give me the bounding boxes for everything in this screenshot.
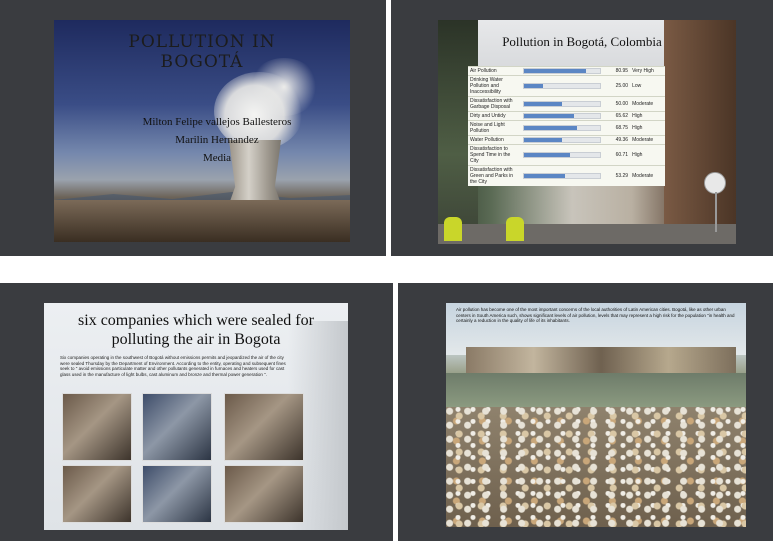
panel-toolbar xyxy=(391,0,773,10)
slide-panel-3[interactable]: six companies which were sealed for poll… xyxy=(0,283,393,541)
title-line: BOGOTÁ xyxy=(160,52,244,72)
factory-photo xyxy=(142,465,212,523)
author-line: Milton Felipe vallejos Ballesteros xyxy=(142,116,292,128)
river-image xyxy=(446,373,746,407)
factory-photo xyxy=(224,465,304,523)
row-level: Moderate xyxy=(630,96,665,112)
slide-panel-1[interactable]: POLLUTION IN BOGOTÁ Milton Felipe vallej… xyxy=(0,0,386,256)
worker-figure xyxy=(444,217,462,241)
slide-title: Pollution in Bogotá, Colombia xyxy=(502,34,662,49)
bar-fill xyxy=(524,114,575,118)
title-line: polluting the air in Bogota xyxy=(111,331,281,348)
bar-track xyxy=(523,152,602,158)
row-value: 80.95 xyxy=(607,66,631,76)
row-label: Noise and Light Pollution xyxy=(468,120,522,136)
table-row: Dissatisfaction with Green and Parks in … xyxy=(468,165,665,186)
slide-paragraph: Air pollution has become one of the most… xyxy=(456,307,735,323)
row-bar-cell xyxy=(521,165,608,186)
slide-title: POLLUTION IN BOGOTÁ xyxy=(54,32,350,72)
street xyxy=(438,224,736,244)
building-image xyxy=(664,20,736,244)
row-label: Dissatisfaction with Green and Parks in … xyxy=(468,165,522,186)
row-bar-cell xyxy=(521,135,608,145)
slide-six-companies[interactable]: six companies which were sealed for poll… xyxy=(44,303,348,530)
row-value: 49.36 xyxy=(607,135,631,145)
bar-track xyxy=(523,137,602,143)
row-value: 25.00 xyxy=(607,75,631,97)
table-row: Dirty and Untidy 65.62 High xyxy=(468,111,665,121)
panel-toolbar xyxy=(0,283,393,293)
garbage-image xyxy=(446,407,746,527)
bar-track xyxy=(523,173,602,179)
panel-toolbar xyxy=(0,0,386,10)
factory-photo xyxy=(62,393,132,461)
row-label: Dissatisfaction to Spend Time in the Cit… xyxy=(468,144,522,166)
factory-photo xyxy=(142,393,212,461)
bar-track xyxy=(523,83,602,89)
factory-photo xyxy=(224,393,304,461)
bar-track xyxy=(523,101,602,107)
bar-fill xyxy=(524,126,577,130)
author-line: Marilin Hernandez xyxy=(175,134,259,146)
row-bar-cell xyxy=(521,66,608,76)
pollution-index-table: Air Pollution 80.95 Very High Drinking Wate… xyxy=(468,66,665,186)
slide-title: six companies which were sealed for poll… xyxy=(44,311,348,349)
slide-title-pollution-bogota[interactable]: POLLUTION IN BOGOTÁ Milton Felipe vallej… xyxy=(54,20,350,242)
bar-track xyxy=(523,68,602,74)
row-value: 68.75 xyxy=(607,120,631,136)
row-level: Very High xyxy=(630,66,665,76)
slide-paragraph: Six companies operating in the southwest… xyxy=(60,355,286,377)
slide-pollution-table[interactable]: Pollution in Bogotá, Colombia Air Pollut… xyxy=(438,20,736,244)
row-label: Dirty and Untidy xyxy=(468,111,522,121)
bar-track xyxy=(523,125,602,131)
row-level: High xyxy=(630,144,665,166)
table-row: Noise and Light Pollution 68.75 High xyxy=(468,120,665,136)
row-bar-cell xyxy=(521,120,608,136)
bar-fill xyxy=(524,174,565,178)
row-value: 53.29 xyxy=(607,165,631,186)
row-bar-cell xyxy=(521,111,608,121)
slide-panel-4[interactable]: Air pollution has become one of the most… xyxy=(398,283,773,541)
row-bar-cell xyxy=(521,75,608,97)
row-value: 50.00 xyxy=(607,96,631,112)
row-level: Low xyxy=(630,75,665,97)
factory-photo xyxy=(62,465,132,523)
worker-figure xyxy=(506,217,524,241)
street-sign-icon xyxy=(704,172,726,194)
bar-track xyxy=(523,113,602,119)
slide-garbage-photo[interactable]: Air pollution has become one of the most… xyxy=(446,303,746,527)
row-value: 60.71 xyxy=(607,144,631,166)
row-bar-cell xyxy=(521,144,608,166)
row-level: High xyxy=(630,111,665,121)
row-label: Dissatisfaction with Garbage Disposal xyxy=(468,96,522,112)
bar-fill xyxy=(524,84,544,88)
table-row: Dissatisfaction to Spend Time in the Cit… xyxy=(468,144,665,166)
title-line: six companies which were sealed for xyxy=(78,312,314,329)
table-row: Drinking Water Pollution and Inaccessibi… xyxy=(468,75,665,97)
row-label: Water Pollution xyxy=(468,135,522,145)
bar-fill xyxy=(524,138,562,142)
table-row: Air Pollution 80.95 Very High xyxy=(468,66,665,76)
slide-panel-2[interactable]: Pollution in Bogotá, Colombia Air Pollut… xyxy=(391,0,773,256)
row-value: 65.62 xyxy=(607,111,631,121)
row-level: Moderate xyxy=(630,165,665,186)
title-line: POLLUTION IN xyxy=(128,32,276,52)
row-bar-cell xyxy=(521,96,608,112)
row-label: Air Pollution xyxy=(468,66,522,76)
author-line: Media xyxy=(202,152,232,164)
row-level: Moderate xyxy=(630,135,665,145)
bar-fill xyxy=(524,153,571,157)
sign-pole xyxy=(715,192,717,232)
panel-toolbar xyxy=(398,283,773,293)
town-image xyxy=(54,200,350,242)
table-row: Dissatisfaction with Garbage Disposal 50.… xyxy=(468,96,665,112)
shacks-image xyxy=(466,347,736,373)
row-label: Drinking Water Pollution and Inaccessibi… xyxy=(468,75,522,97)
bar-fill xyxy=(524,69,586,73)
row-level: High xyxy=(630,120,665,136)
table-row: Water Pollution 49.36 Moderate xyxy=(468,135,665,145)
bar-fill xyxy=(524,102,563,106)
